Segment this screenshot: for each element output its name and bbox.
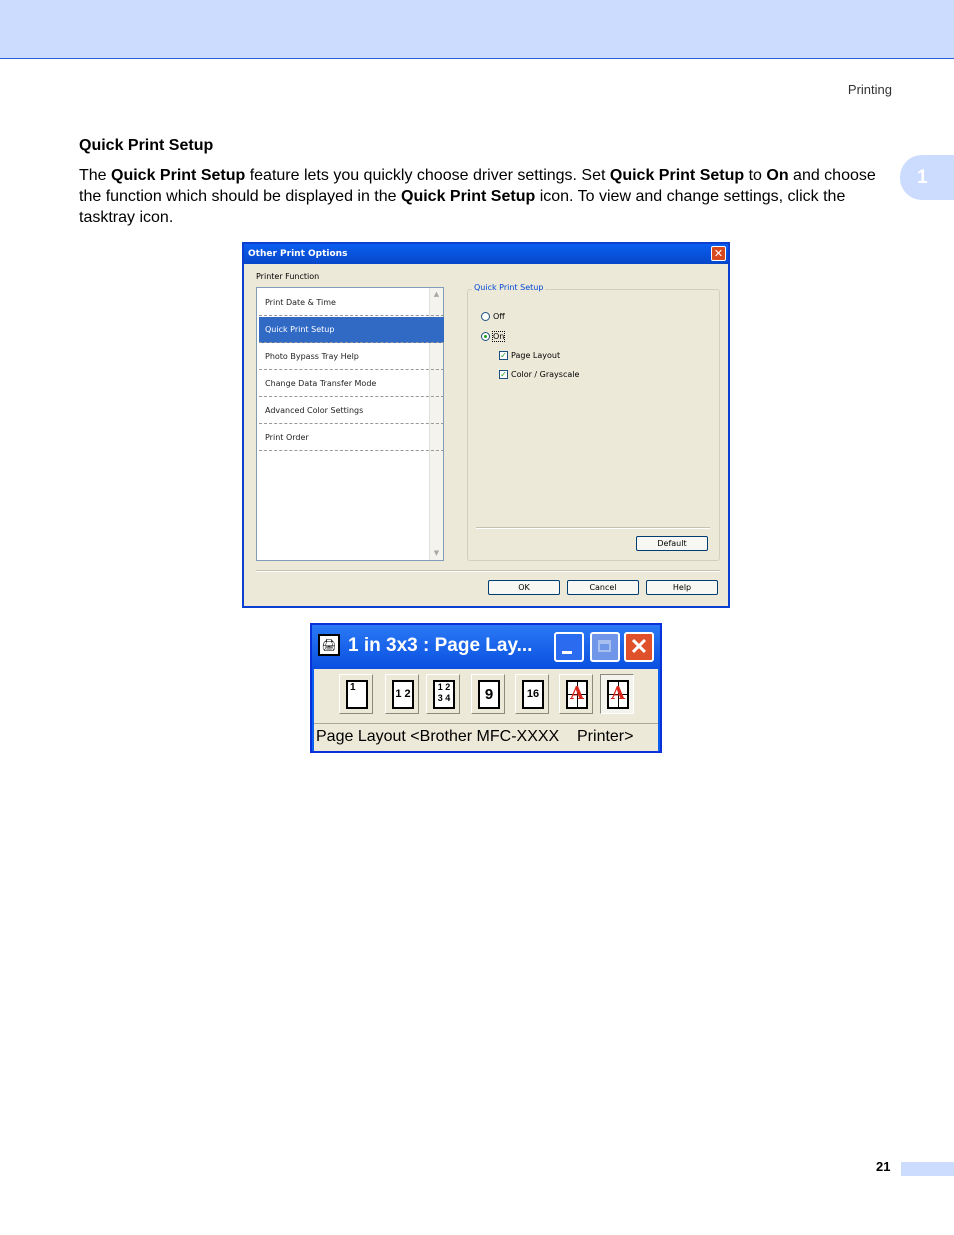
tool-page-glyph: 1 2 3 4 [433,680,455,709]
text-run: The [79,167,112,184]
bold-term: Quick Print Setup [401,188,536,205]
page-layout-checkbox[interactable]: ✓ [499,351,508,360]
color-grayscale-checkbox[interactable]: ✓ [499,370,508,379]
toolbar-body: 1 1 2 1 2 3 4 9 16 A A Page Layout <Brother MF… [314,669,658,751]
chapter-tab: 1 [900,155,954,200]
page-4-up-icon[interactable]: 1 2 3 4 [426,674,460,714]
body-paragraph: The Quick Print Setup feature lets you q… [79,165,894,228]
quick-print-setup-window: 🖨 1 in 3x3 : Page Lay... ✕ 11 21 2 3 491… [310,623,662,753]
tool-page-glyph: 9 [478,680,500,709]
page-9-up-icon[interactable]: 9 [471,674,505,714]
off-radio-label: Off [493,312,505,321]
on-radio-label: On [491,331,506,342]
tool-page-glyph: A [607,680,629,709]
list-item[interactable]: Print Date & Time [259,290,444,316]
maximize-icon[interactable] [590,632,620,662]
printer-app-icon: 🖨 [318,634,340,656]
group-divider [476,527,710,529]
help-button[interactable]: Help [646,580,718,595]
quick-print-setup-group [467,289,720,561]
dialog-divider [256,570,720,572]
close-icon[interactable]: ✕ [624,632,654,662]
status-text: Page Layout <Brother MFC-XXXX Printer> [314,723,658,751]
bold-term: On [766,167,789,184]
off-radio[interactable] [481,312,490,321]
header-band [0,0,954,59]
printer-function-list[interactable]: ▲ ▼ Print Date & Time Quick Print Setup Ph… [256,287,444,561]
text-run: feature lets you quickly choose driver s… [245,167,610,184]
other-print-options-dialog: Other Print Options ✕ Printer Function ▲… [242,242,730,608]
list-item[interactable]: Change Data Transfer Mode [259,371,444,397]
text-run: to [744,167,767,184]
default-button[interactable]: Default [636,536,708,551]
minimize-icon[interactable] [554,632,584,662]
list-item[interactable]: Advanced Color Settings [259,398,444,424]
bold-term: Quick Print Setup [609,167,745,184]
color-grayscale-label: Color / Grayscale [511,370,580,379]
close-icon[interactable]: ✕ [711,246,726,261]
ok-button[interactable]: OK [488,580,560,595]
cancel-button[interactable]: Cancel [567,580,639,595]
list-item[interactable]: Photo Bypass Tray Help [259,344,444,370]
printer-function-label: Printer Function [256,272,320,281]
page-number: 21 [876,1159,891,1174]
list-item[interactable]: Quick Print Setup [259,317,444,343]
scroll-down-icon[interactable]: ▼ [432,549,441,558]
page-1-up-icon[interactable]: 1 [339,674,373,714]
bold-term: Quick Print Setup [111,167,246,184]
poster-3x3-icon[interactable]: A [600,674,634,714]
tool-page-glyph: 1 2 [392,680,414,709]
group-title: Quick Print Setup [472,283,546,292]
page-layout-label: Page Layout [511,351,561,360]
list-item[interactable]: Print Order [259,425,444,451]
window-title-bar: 🖨 1 in 3x3 : Page Lay... ✕ [312,625,660,669]
tool-page-glyph: 16 [522,680,544,709]
tool-page-glyph: 1 [346,680,368,709]
tool-page-glyph: A [566,680,588,709]
running-title: Printing [847,82,892,97]
window-title: 1 in 3x3 : Page Lay... [348,635,533,656]
page-16-up-icon[interactable]: 16 [515,674,549,714]
dialog-title: Other Print Options [248,249,348,259]
dialog-title-bar: Other Print Options ✕ [244,244,728,264]
section-heading: Quick Print Setup [79,137,214,154]
poster-2x2-icon[interactable]: A [559,674,593,714]
footer-bar [901,1162,954,1176]
page-2-up-icon[interactable]: 1 2 [385,674,419,714]
on-radio[interactable] [481,332,490,341]
